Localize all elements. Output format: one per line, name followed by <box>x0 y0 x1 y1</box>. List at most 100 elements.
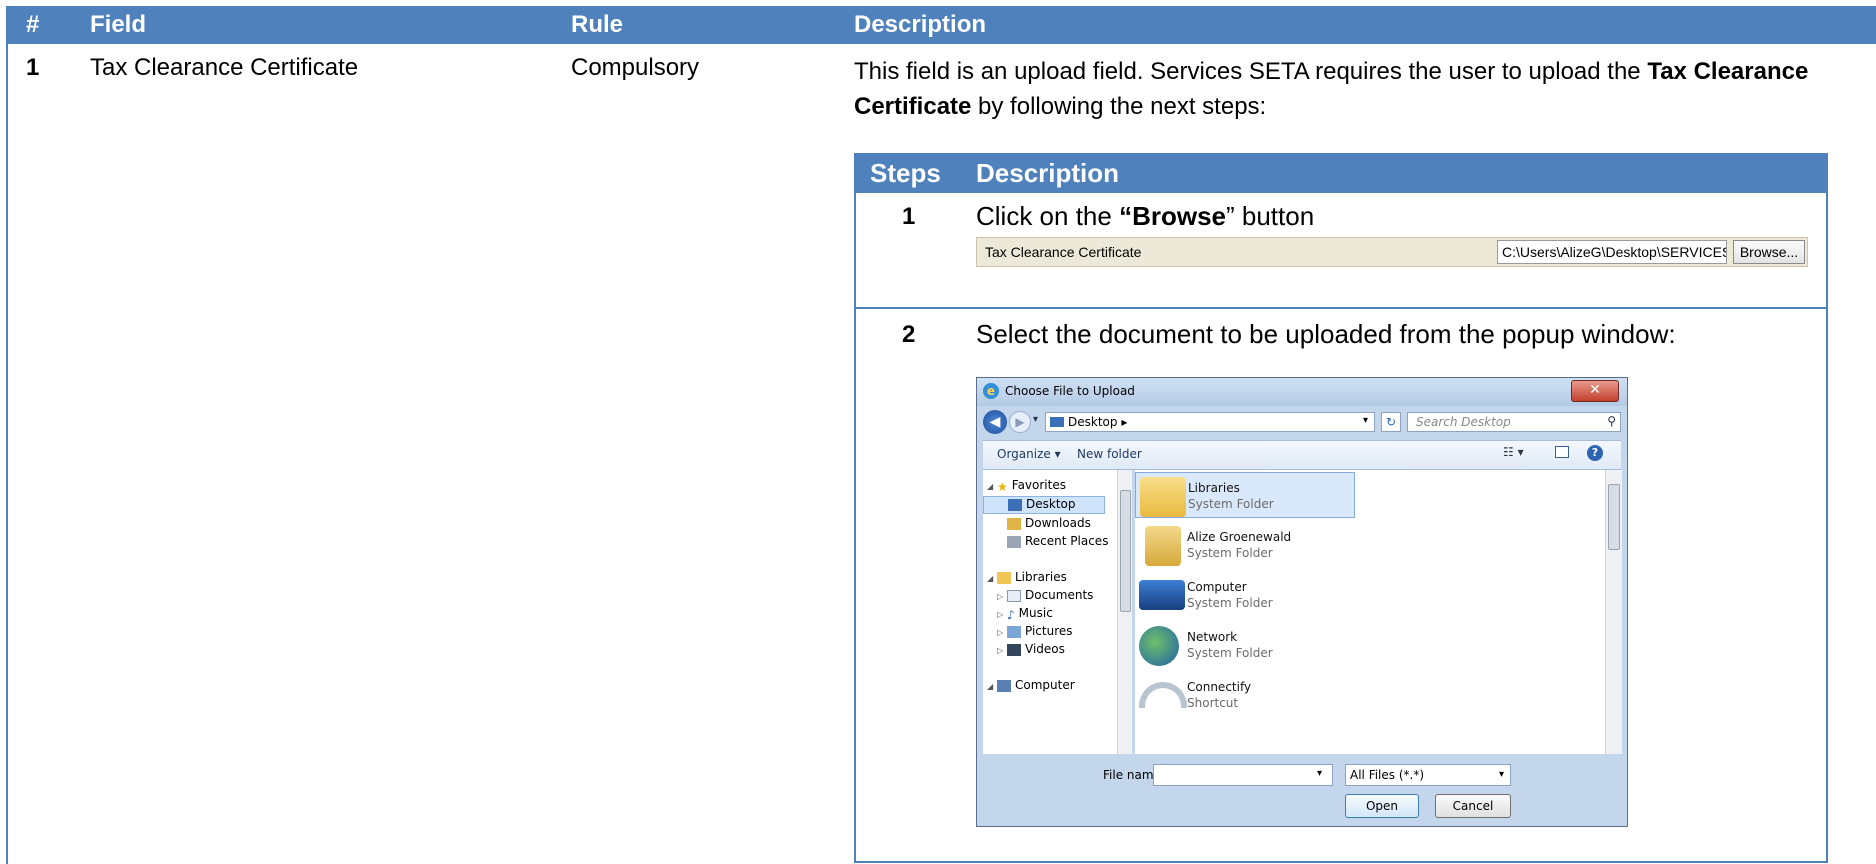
file-type: System Folder <box>1187 546 1273 560</box>
libraries-icon <box>997 571 1011 584</box>
file-type: Shortcut <box>1187 696 1239 710</box>
file-type: System Folder <box>1187 646 1273 660</box>
nav-favorites-label: Favorites <box>1011 478 1066 492</box>
upload-path-input[interactable]: C:\Users\AlizeG\Desktop\SERVICES <box>1497 240 1727 264</box>
star-icon: ★ <box>997 479 1008 494</box>
row-field: Tax Clearance Certificate <box>90 54 359 81</box>
nav-computer-label: Computer <box>1015 678 1075 692</box>
music-icon: ♪ <box>1007 607 1015 622</box>
nav-desktop[interactable]: Desktop <box>983 496 1105 514</box>
search-input[interactable]: Search Desktop ⚲ <box>1407 412 1621 432</box>
browse-button[interactable]: Browse... <box>1733 240 1805 264</box>
search-placeholder: Search Desktop <box>1416 415 1511 429</box>
nav-pictures[interactable]: ▷ Pictures <box>997 624 1073 642</box>
header-number: # <box>26 11 40 38</box>
nav-desktop-label: Desktop <box>1026 497 1076 511</box>
description-part-3: by following the next steps: <box>971 93 1267 120</box>
file-type: System Folder <box>1188 497 1274 511</box>
row-number: 1 <box>26 54 40 81</box>
table-header: # Field Rule Description <box>6 6 1876 44</box>
file-type-select[interactable]: All Files (*.*) ▾ <box>1345 764 1511 786</box>
file-item-network[interactable]: Network System Folder <box>1135 622 1355 668</box>
step-2-number: 2 <box>902 321 916 348</box>
nav-libraries-label: Libraries <box>1015 570 1067 584</box>
file-type-dropdown-icon: ▾ <box>1498 769 1504 780</box>
file-name-dropdown-icon[interactable]: ▾ <box>1317 768 1322 779</box>
open-button[interactable]: Open <box>1345 794 1419 818</box>
help-icon[interactable]: ? <box>1587 445 1603 461</box>
file-name: Alize Groenewald <box>1187 530 1292 544</box>
nav-libraries[interactable]: ◢ Libraries <box>987 570 1067 588</box>
computer-icon <box>1139 580 1185 610</box>
file-item-computer[interactable]: Computer System Folder <box>1135 572 1355 618</box>
close-icon[interactable]: ✕ <box>1571 380 1619 402</box>
back-arrow-icon[interactable]: ◀ <box>983 410 1007 434</box>
nav-documents[interactable]: ▷ Documents <box>997 588 1093 606</box>
dialog-navbar: ◀ ▶ ▾ Desktop ▸ ▾ ↻ Search Desktop ⚲ <box>983 410 1621 436</box>
header-field: Field <box>90 11 147 38</box>
steps-header-steps: Steps <box>870 158 941 188</box>
file-list-scrollbar[interactable] <box>1605 470 1622 754</box>
step-1-text: Click on the “Browse” button <box>976 201 1314 232</box>
file-name: Libraries <box>1188 481 1240 495</box>
file-name: Network <box>1187 630 1238 644</box>
documents-icon <box>1007 589 1021 602</box>
desktop-icon <box>1050 417 1064 427</box>
navigation-pane-scrollbar[interactable] <box>1117 470 1132 754</box>
address-location: Desktop <box>1068 415 1118 429</box>
steps-table: Steps Description 1 Click on the “Browse… <box>854 153 1828 863</box>
dialog-title: Choose File to Upload <box>1005 384 1135 398</box>
header-description: Description <box>854 11 987 38</box>
file-name: Connectify <box>1187 680 1252 694</box>
table-border <box>6 44 8 864</box>
file-type-value: All Files (*.*) <box>1350 768 1425 782</box>
step-1-bold: “Browse <box>1119 201 1226 231</box>
step-1-number: 1 <box>902 203 916 230</box>
description-part-1: This field is an upload field. Services … <box>854 58 1648 85</box>
search-icon[interactable]: ⚲ <box>1607 414 1616 428</box>
nav-recent-places-label: Recent Places <box>1025 534 1109 548</box>
nav-music[interactable]: ▷ ♪ Music <box>997 606 1053 624</box>
steps-header: Steps Description <box>856 155 1826 193</box>
step-divider <box>856 307 1826 309</box>
address-bar[interactable]: Desktop ▸ ▾ <box>1045 412 1375 432</box>
nav-computer[interactable]: ◢ Computer <box>987 678 1075 696</box>
desktop-icon <box>1008 498 1022 511</box>
dialog-footer: File name: ▾ All Files (*.*) ▾ Open Canc… <box>983 758 1621 822</box>
header-rule: Rule <box>571 11 624 38</box>
nav-downloads-label: Downloads <box>1025 516 1091 530</box>
pictures-icon <box>1007 625 1021 638</box>
nav-videos[interactable]: ▷ Videos <box>997 642 1065 660</box>
steps-header-description: Description <box>976 158 1120 188</box>
address-dropdown-icon[interactable]: ▾ <box>1363 415 1368 426</box>
step-1-suffix: ” button <box>1226 201 1315 231</box>
new-folder-button[interactable]: New folder <box>1077 447 1142 461</box>
file-name-input[interactable] <box>1153 764 1333 786</box>
recent-locations-dropdown-icon[interactable]: ▾ <box>1033 414 1038 425</box>
nav-videos-label: Videos <box>1025 642 1065 656</box>
file-item-user[interactable]: Alize Groenewald System Folder <box>1135 522 1355 568</box>
refresh-icon[interactable]: ↻ <box>1381 412 1401 432</box>
network-globe-icon <box>1139 626 1179 666</box>
nav-downloads[interactable]: Downloads <box>1007 516 1091 534</box>
preview-pane-icon[interactable] <box>1555 446 1569 458</box>
dialog-titlebar: e Choose File to Upload ✕ <box>977 378 1627 406</box>
upload-field-label: Tax Clearance Certificate <box>985 244 1142 260</box>
dialog-toolbar: Organize ▾ New folder ☷ ▾ ? <box>983 440 1621 470</box>
row-description: This field is an upload field. Services … <box>854 54 1844 124</box>
step-2-text: Select the document to be uploaded from … <box>976 319 1676 349</box>
nav-documents-label: Documents <box>1025 588 1094 602</box>
cancel-button[interactable]: Cancel <box>1435 794 1511 818</box>
file-list-scroll-thumb[interactable] <box>1608 484 1620 550</box>
file-item-connectify[interactable]: Connectify Shortcut <box>1135 672 1355 718</box>
change-view-icon[interactable]: ☷ ▾ <box>1503 445 1524 459</box>
nav-recent-places[interactable]: Recent Places <box>1007 534 1108 552</box>
forward-arrow-icon[interactable]: ▶ <box>1009 411 1031 433</box>
organize-button[interactable]: Organize ▾ <box>997 447 1061 461</box>
libraries-folder-icon <box>1140 477 1186 517</box>
address-text: Desktop ▸ <box>1068 415 1128 429</box>
file-item-libraries[interactable]: Libraries System Folder <box>1135 472 1355 518</box>
nav-favorites[interactable]: ◢ ★ Favorites <box>987 478 1066 496</box>
navigation-pane: ◢ ★ Favorites Desktop Downloads Recent Pla… <box>983 470 1117 754</box>
navigation-pane-scroll-thumb[interactable] <box>1120 490 1131 612</box>
